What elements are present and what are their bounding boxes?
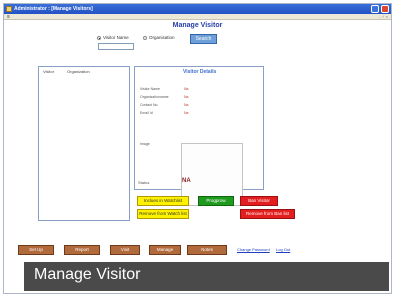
app-window: Administrator : [Manage Visitors] ≡ - ♂ … <box>3 3 392 294</box>
image-label: Image <box>140 142 150 146</box>
nav-setup-button[interactable]: Set Up <box>18 245 54 255</box>
field-organization-label: Organizationname <box>140 95 169 99</box>
field-contact-label: Contact No. <box>140 103 159 107</box>
column-organization[interactable]: Organization <box>67 69 90 74</box>
search-input[interactable] <box>98 43 134 50</box>
column-visitor[interactable]: Visitor <box>43 69 54 74</box>
nav-manage-button[interactable]: Manage <box>149 245 181 255</box>
log-out-link[interactable]: Log Out <box>276 247 290 252</box>
mdi-controls[interactable]: - ♂ × <box>379 14 388 20</box>
search-options: Visitor Name Organisation <box>97 34 189 42</box>
app-icon <box>6 6 12 12</box>
radio-visitor-name-label: Visitor Name <box>103 35 129 40</box>
nav-report-button[interactable]: Report <box>64 245 100 255</box>
visitor-details-panel: Visitor Details Visitor Name Na Organiza… <box>134 66 264 206</box>
status-label: Status <box>138 180 150 185</box>
radio-organisation[interactable] <box>143 36 147 40</box>
window-title: Administrator : [Manage Visitors] <box>14 6 93 12</box>
search-button[interactable]: Search <box>190 34 217 44</box>
nav-visit-button[interactable]: Visit <box>110 245 140 255</box>
field-organization-value: Na <box>184 95 189 99</box>
ban-visitor-button[interactable]: Ban Visitor <box>240 196 278 206</box>
nav-notes-button[interactable]: Notes <box>187 245 227 255</box>
progrow-button[interactable]: Progprow <box>198 196 234 206</box>
remove-watchlist-button[interactable]: Remove from Watch list <box>137 209 189 219</box>
visitor-list[interactable]: Visitor Organization <box>38 66 130 221</box>
change-password-link[interactable]: Change Password <box>237 247 270 252</box>
details-title: Visitor Details <box>183 69 217 75</box>
caption-text: Manage Visitor <box>34 266 141 283</box>
title-bar: Administrator : [Manage Visitors] <box>4 4 391 14</box>
minimize-button[interactable] <box>371 5 379 13</box>
menu-icon[interactable]: ≡ <box>7 14 10 20</box>
field-email-label: Email Id <box>140 111 153 115</box>
field-visitor-name-label: Visitor Name <box>140 87 160 91</box>
radio-visitor-name[interactable] <box>97 36 101 40</box>
caption-banner: Manage Visitor <box>24 262 389 291</box>
status-value: NA <box>182 178 191 184</box>
page-title: Manage Visitor <box>172 22 223 29</box>
bottom-nav: Set Up Report Visit Manage Notes Change … <box>18 245 296 255</box>
field-visitor-name-value: Na <box>184 87 189 91</box>
menu-bar: ≡ - ♂ × <box>4 14 391 20</box>
radio-organisation-label: Organisation <box>149 35 175 40</box>
field-contact-value: Na <box>184 103 189 107</box>
close-icon[interactable] <box>381 5 389 13</box>
include-watchlist-button[interactable]: Inclues in Watchlist <box>137 196 189 206</box>
field-email-value: Na <box>184 111 189 115</box>
remove-banlist-button[interactable]: Remove from Ban list <box>240 209 295 219</box>
